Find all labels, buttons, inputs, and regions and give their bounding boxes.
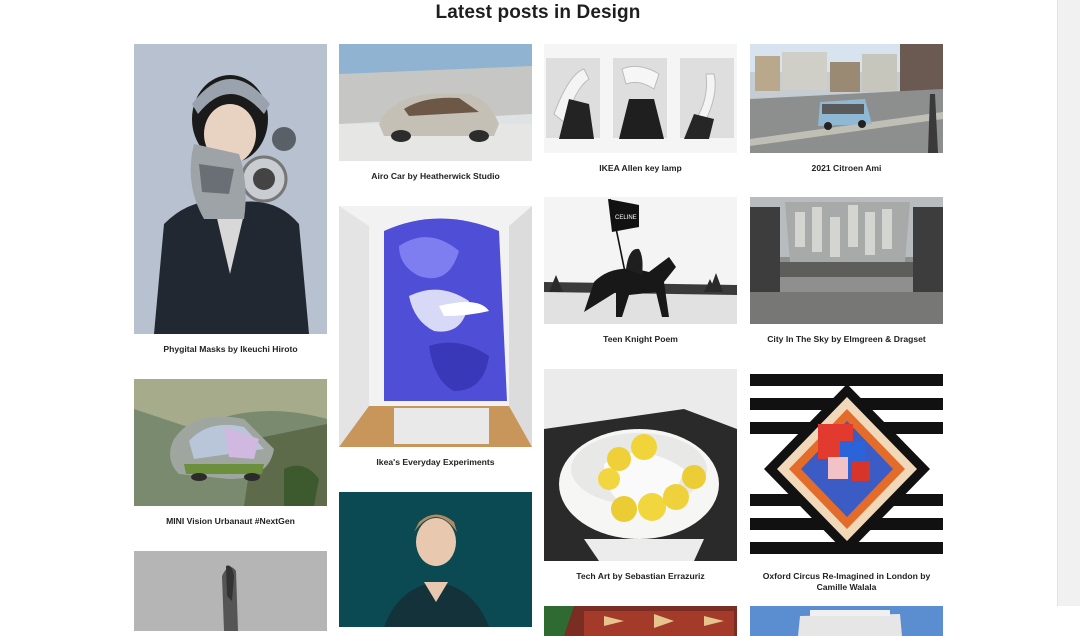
post-caption: Teen Knight Poem — [603, 334, 678, 344]
post-caption: Phygital Masks by Ikeuchi Hiroto — [163, 344, 298, 354]
post-card-2021-citroen-ami[interactable]: 2021 Citroen Ami — [750, 44, 943, 197]
post-caption: Tech Art by Sebastian Errazuriz — [576, 571, 705, 581]
post-card-partial-2[interactable] — [339, 492, 532, 627]
post-caption: MINI Vision Urbanaut #NextGen — [166, 516, 295, 526]
post-image-phygital-masks — [134, 44, 327, 334]
post-card-teen-knight-poem[interactable]: CELINE Teen Knight Poem — [544, 197, 737, 369]
post-card-tech-art[interactable]: Tech Art by Sebastian Errazuriz — [544, 369, 737, 606]
post-caption: Ikea's Everyday Experiments — [376, 457, 495, 467]
flag-text: CELINE — [615, 215, 637, 221]
post-caption: 2021 Citroen Ami — [811, 163, 882, 173]
post-card-partial-3[interactable] — [544, 606, 737, 636]
post-card-airo-car[interactable]: Airo Car by Heatherwick Studio — [339, 44, 532, 206]
post-image-mini-vision-urbanaut — [134, 379, 327, 506]
grid-column-4: 2021 Citroen Ami City In The Sky by Elmg… — [750, 44, 943, 636]
post-image-oxford-circus — [750, 369, 943, 561]
grid-column-3: IKEA Allen key lamp CELINE Teen Knight P… — [544, 44, 737, 636]
post-image-teen-knight-poem: CELINE — [544, 197, 737, 324]
post-caption: City In The Sky by Elmgreen & Dragset — [767, 334, 926, 344]
post-card-city-in-the-sky[interactable]: City In The Sky by Elmgreen & Dragset — [750, 197, 943, 369]
post-image-partial — [134, 551, 327, 631]
post-caption: Oxford Circus Re-Imagined in London by C… — [762, 571, 931, 592]
post-caption: IKEA Allen key lamp — [599, 163, 682, 173]
grid-column-1: Phygital Masks by Ikeuchi Hiroto MINI Vi… — [134, 44, 327, 631]
post-image-ikea-everyday-experiments — [339, 206, 532, 447]
post-card-mini-vision-urbanaut[interactable]: MINI Vision Urbanaut #NextGen — [134, 379, 327, 551]
post-card-ikea-allen-key-lamp[interactable]: IKEA Allen key lamp — [544, 44, 737, 197]
grid-column-2: Airo Car by Heatherwick Studio Ikea's Ev… — [339, 44, 532, 627]
post-card-oxford-circus[interactable]: Oxford Circus Re-Imagined in London by C… — [750, 369, 943, 606]
post-image-airo-car — [339, 44, 532, 161]
post-image-partial — [544, 606, 737, 636]
post-image-tech-art — [544, 369, 737, 561]
post-card-ikea-everyday-experiments[interactable]: Ikea's Everyday Experiments — [339, 206, 532, 492]
post-image-partial — [750, 606, 943, 636]
scrollbar[interactable] — [1057, 0, 1080, 606]
post-image-ikea-allen-key-lamp — [544, 44, 737, 153]
post-card-phygital-masks[interactable]: Phygital Masks by Ikeuchi Hiroto — [134, 44, 327, 379]
page-title: Latest posts in Design — [435, 2, 641, 23]
post-caption: Airo Car by Heatherwick Studio — [371, 171, 500, 181]
post-card-partial-4[interactable] — [750, 606, 943, 636]
post-image-partial — [339, 492, 532, 627]
post-image-2021-citroen-ami — [750, 44, 943, 153]
post-image-city-in-the-sky — [750, 197, 943, 324]
post-card-partial-1[interactable] — [134, 551, 327, 631]
